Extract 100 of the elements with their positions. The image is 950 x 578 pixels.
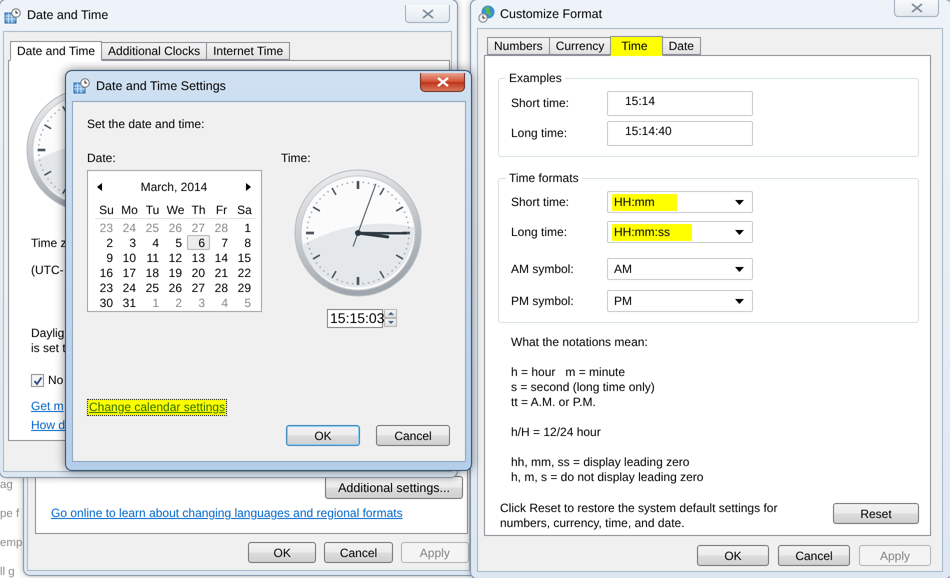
field-label: PM symbol: — [511, 294, 575, 308]
instruction-text: Set the date and time: — [87, 117, 206, 132]
background-text: emp — [0, 536, 22, 550]
dialog-button[interactable]: Cancel — [376, 425, 450, 446]
calendar-day[interactable]: 24 — [118, 280, 141, 295]
calendar-day[interactable]: 26 — [164, 280, 187, 295]
group-label: Examples — [508, 71, 563, 85]
field-label: AM symbol: — [511, 262, 575, 276]
calendar-day[interactable]: 17 — [118, 265, 141, 280]
close-icon — [910, 3, 922, 13]
calendar-day[interactable]: 29 — [233, 280, 256, 295]
close-icon — [422, 8, 434, 18]
window-title: Date and Time — [27, 8, 108, 23]
calendar-day[interactable]: 7 — [210, 235, 233, 250]
calendar-day[interactable]: 8 — [233, 235, 256, 250]
tab[interactable]: Numbers — [487, 37, 550, 55]
dialog-title: Date and Time Settings — [96, 78, 226, 94]
time-field[interactable]: 15:15:03 — [327, 309, 383, 328]
calendar-day[interactable]: 27 — [187, 280, 210, 295]
online-link[interactable]: Go online to learn about changing languages and regional formats — [51, 506, 403, 521]
reset-description: Click Reset to restore the system default settings for numbers, currency, time, and date. — [500, 501, 778, 531]
calendar-day[interactable]: 5 — [164, 235, 187, 250]
calendar-day[interactable]: 2 — [95, 235, 118, 250]
weekday-header: Su — [95, 202, 118, 219]
spin-down-button[interactable] — [384, 318, 397, 327]
format-dropdown[interactable]: AM — [607, 258, 753, 280]
additional-settings-button[interactable]: Additional settings... — [325, 476, 463, 499]
tab[interactable]: Currency — [548, 37, 612, 55]
tab[interactable]: Date and Time — [10, 41, 102, 61]
background-text: ll g — [0, 565, 16, 578]
spin-up-button[interactable] — [384, 309, 397, 318]
calendar-clock-icon — [73, 78, 90, 94]
group-label: Time formats — [508, 171, 580, 185]
field-label: Short time: — [511, 194, 570, 210]
calendar-day[interactable]: 1 — [233, 220, 256, 235]
format-dropdown[interactable]: HH:mm:ss — [607, 221, 753, 243]
weekday-header: Sa — [233, 202, 256, 219]
calendar-day[interactable]: 22 — [233, 265, 256, 280]
calendar-day[interactable]: 3 — [118, 235, 141, 250]
month-title-button[interactable]: March, 2014 — [140, 180, 208, 194]
tab[interactable]: Time — [610, 36, 663, 56]
calendar-day[interactable]: 4 — [141, 235, 164, 250]
weekday-header: We — [164, 202, 187, 219]
help-link[interactable]: How d — [31, 418, 66, 433]
calendar-day[interactable]: 6 — [187, 235, 210, 250]
calendar-day[interactable]: 11 — [141, 250, 164, 265]
format-dropdown[interactable]: HH:mm — [607, 191, 753, 213]
format-dropdown[interactable]: PM — [607, 290, 753, 312]
dialog-button[interactable]: OK — [697, 545, 769, 566]
globe-icon — [478, 5, 496, 23]
previous-month-button[interactable] — [97, 183, 102, 191]
help-link[interactable]: Get m — [31, 399, 64, 414]
calendar-day[interactable]: 25 — [141, 280, 164, 295]
tab[interactable]: Internet Time — [206, 42, 290, 60]
calendar-day[interactable]: 18 — [141, 265, 164, 280]
date-label: Date: — [87, 151, 116, 165]
calendar-settings-link[interactable]: Change calendar settings — [88, 400, 226, 415]
dialog-button[interactable]: OK — [248, 542, 316, 563]
calendar-day[interactable]: 10 — [118, 250, 141, 265]
field-label: Long time: — [511, 126, 568, 141]
notation-text: What the notations mean: — [511, 335, 649, 350]
dialog-button[interactable]: Cancel — [324, 542, 393, 563]
example-field: 15:14 — [607, 91, 753, 116]
calendar-day[interactable]: 15 — [233, 250, 256, 265]
checkbox[interactable] — [31, 374, 44, 387]
weekday-header: Th — [187, 202, 210, 219]
calendar-day[interactable]: 16 — [95, 265, 118, 280]
field-label: Long time: — [511, 224, 568, 240]
time-zone-text: (UTC- — [31, 263, 64, 278]
calendar-day[interactable]: 31 — [118, 295, 141, 310]
notation-text: h = hour m = minute s = second (long time only) tt = A.M. or P.M. — [511, 365, 656, 410]
example-field: 15:14:40 — [607, 121, 753, 146]
reset-button[interactable]: Reset — [833, 503, 919, 524]
calendar-day[interactable]: 19 — [164, 265, 187, 280]
next-month-button[interactable] — [246, 183, 251, 191]
field-label: Short time: — [511, 96, 570, 111]
calendar-day[interactable]: 9 — [95, 250, 118, 265]
calendar-day[interactable]: 13 — [187, 250, 210, 265]
calendar-day[interactable]: 23 — [95, 280, 118, 295]
triangle-up-icon — [388, 312, 394, 315]
calendar-day[interactable]: 21 — [210, 265, 233, 280]
triangle-right-icon — [246, 183, 251, 191]
checkbox-label: No — [48, 373, 64, 388]
calendar-clock-icon — [4, 8, 21, 24]
caret-icon — [735, 230, 744, 234]
triangle-down-icon — [388, 321, 394, 324]
triangle-left-icon — [97, 183, 102, 191]
calendar-day[interactable]: 30 — [95, 295, 118, 310]
close-button[interactable] — [420, 73, 465, 92]
weekday-header: Tu — [141, 202, 164, 219]
calendar-day[interactable]: 28 — [210, 280, 233, 295]
dialog-button[interactable]: OK — [286, 425, 360, 446]
calendar-day[interactable]: 20 — [187, 265, 210, 280]
notation-text: h/H = 12/24 hour — [511, 425, 602, 440]
tab[interactable]: Date — [662, 37, 701, 55]
calendar-day[interactable]: 12 — [164, 250, 187, 265]
dialog-button[interactable]: Cancel — [778, 545, 850, 566]
caret-icon — [735, 298, 744, 304]
calendar-day[interactable]: 14 — [210, 250, 233, 265]
tab[interactable]: Additional Clocks — [101, 42, 208, 60]
